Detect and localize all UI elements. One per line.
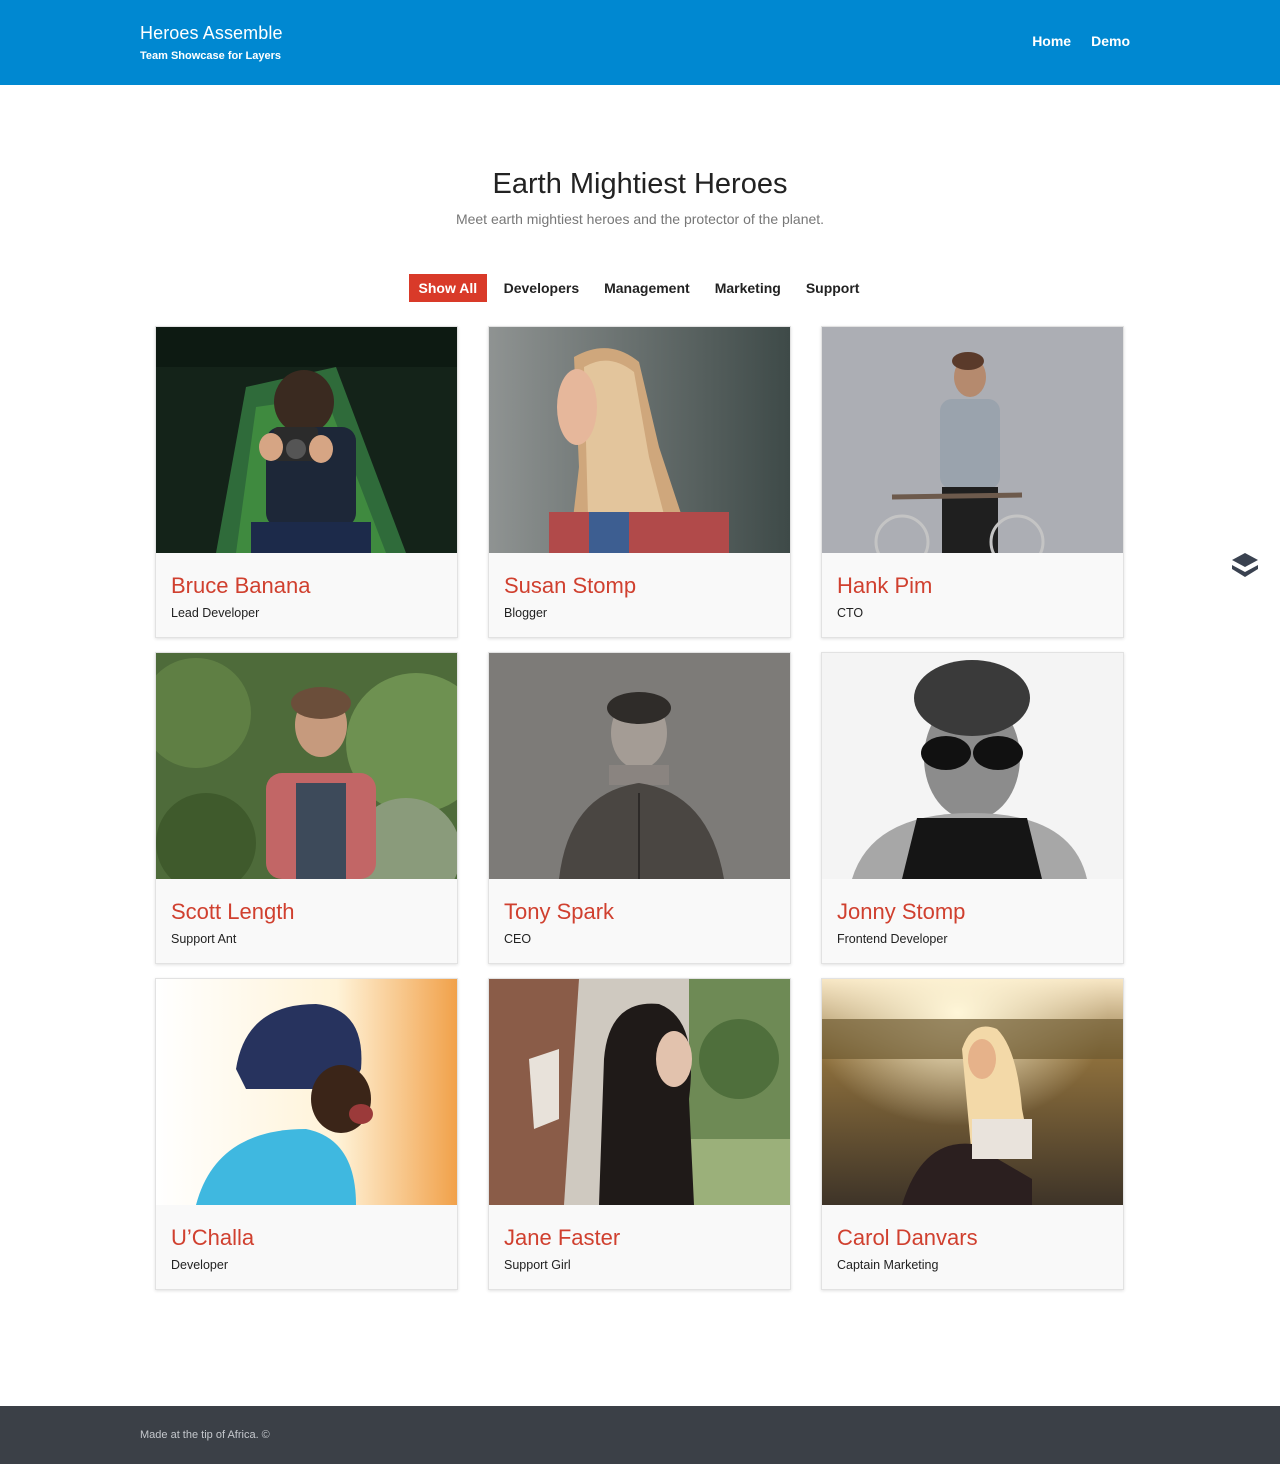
team-member-name[interactable]: U’Challa: [171, 1224, 254, 1252]
team-member-photo[interactable]: [156, 979, 457, 1205]
team-member-name[interactable]: Carol Danvars: [837, 1224, 978, 1252]
site-footer: Made at the tip of Africa. ©: [0, 1406, 1280, 1464]
nav-demo-link[interactable]: Demo: [1091, 31, 1130, 51]
team-member-name[interactable]: Hank Pim: [837, 572, 932, 600]
team-member-photo[interactable]: [822, 979, 1123, 1205]
team-member-photo[interactable]: [489, 979, 790, 1205]
team-member-photo[interactable]: [156, 653, 457, 879]
team-member-card[interactable]: Susan Stomp Blogger: [488, 326, 791, 638]
team-member-role: Captain Marketing: [837, 1258, 939, 1272]
filter-support[interactable]: Support: [794, 274, 872, 302]
team-member-card[interactable]: Bruce Banana Lead Developer: [155, 326, 458, 638]
team-member-photo[interactable]: [489, 327, 790, 553]
team-member-card[interactable]: Hank Pim CTO: [821, 326, 1124, 638]
team-member-card[interactable]: Carol Danvars Captain Marketing: [821, 978, 1124, 1290]
site-header: Heroes Assemble Team Showcase for Layers…: [0, 0, 1280, 85]
brand-title[interactable]: Heroes Assemble: [140, 22, 283, 44]
filter-management[interactable]: Management: [592, 274, 702, 302]
team-member-role: Lead Developer: [171, 606, 260, 620]
team-member-name[interactable]: Scott Length: [171, 898, 295, 926]
team-member-role: Developer: [171, 1258, 228, 1272]
brand-tagline: Team Showcase for Layers: [140, 50, 282, 62]
filter-show-all[interactable]: Show All: [408, 274, 488, 302]
team-filter-bar: Show All Developers Management Marketing…: [0, 274, 1280, 302]
team-member-card[interactable]: U’Challa Developer: [155, 978, 458, 1290]
team-member-role: CTO: [837, 606, 864, 620]
team-member-photo[interactable]: [822, 653, 1123, 879]
team-member-role: Frontend Developer: [837, 932, 948, 946]
team-member-role: Support Girl: [504, 1258, 571, 1272]
filter-developers[interactable]: Developers: [492, 274, 591, 302]
team-member-name[interactable]: Bruce Banana: [171, 572, 310, 600]
footer-credit: Made at the tip of Africa. ©: [140, 1429, 270, 1441]
team-member-name[interactable]: Jane Faster: [504, 1224, 620, 1252]
team-member-card[interactable]: Jane Faster Support Girl: [488, 978, 791, 1290]
nav-home-link[interactable]: Home: [1032, 31, 1071, 51]
section-subtitle: Meet earth mightiest heroes and the prot…: [455, 211, 825, 227]
team-member-role: CEO: [504, 932, 532, 946]
team-member-name[interactable]: Tony Spark: [504, 898, 614, 926]
team-member-name[interactable]: Jonny Stomp: [837, 898, 965, 926]
team-member-photo[interactable]: [489, 653, 790, 879]
team-member-photo[interactable]: [822, 327, 1123, 553]
team-member-card[interactable]: Tony Spark CEO: [488, 652, 791, 964]
team-member-role: Support Ant: [171, 932, 237, 946]
team-member-role: Blogger: [504, 606, 548, 620]
main-nav: Home Demo: [1032, 31, 1130, 51]
team-member-card[interactable]: Jonny Stomp Frontend Developer: [821, 652, 1124, 964]
section-title: Earth Mightiest Heroes: [492, 168, 788, 200]
team-member-name[interactable]: Susan Stomp: [504, 572, 636, 600]
filter-marketing[interactable]: Marketing: [703, 274, 793, 302]
team-member-card[interactable]: Scott Length Support Ant: [155, 652, 458, 964]
team-member-photo[interactable]: [156, 327, 457, 553]
layers-icon[interactable]: [1228, 550, 1262, 584]
brand[interactable]: Heroes Assemble Team Showcase for Layers: [140, 22, 283, 62]
